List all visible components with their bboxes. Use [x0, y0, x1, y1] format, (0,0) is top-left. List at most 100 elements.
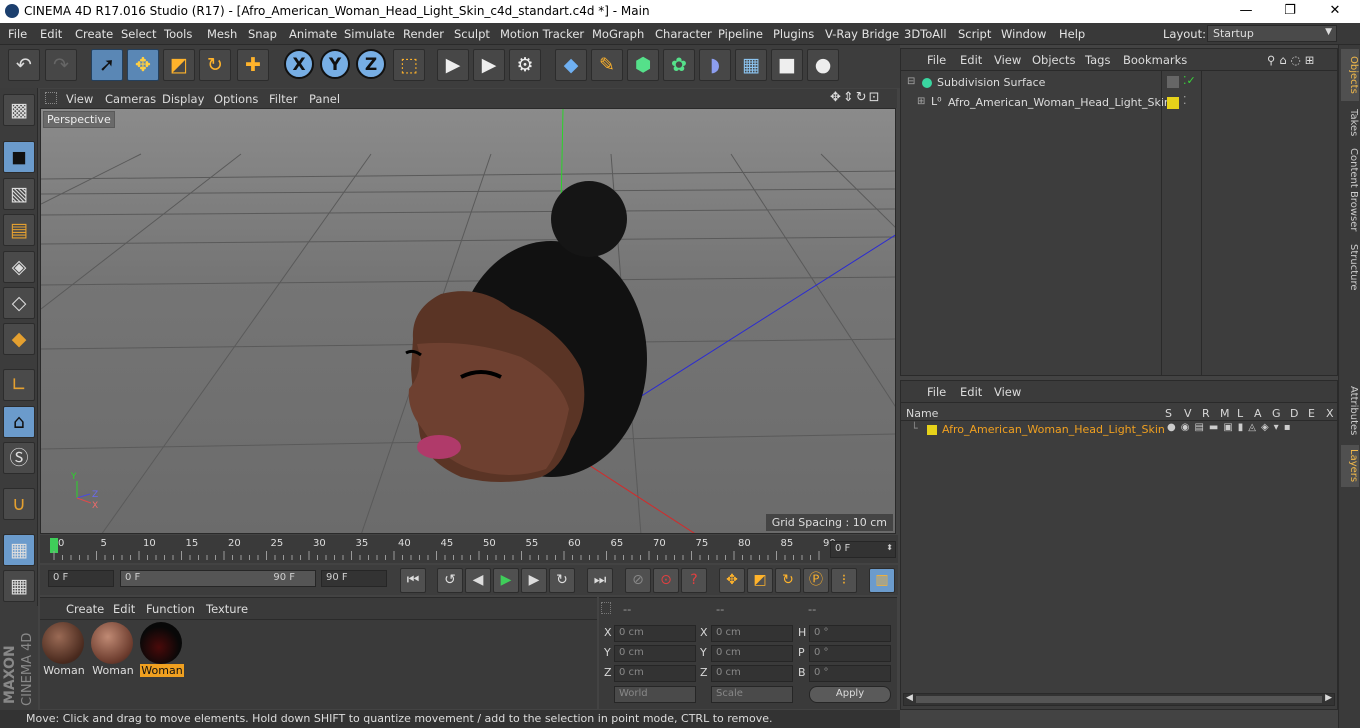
maximize-button[interactable]: ❐ [1282, 3, 1298, 19]
menu-create[interactable]: Create [75, 27, 113, 41]
cloner-icon[interactable]: ✿ [663, 49, 695, 81]
menu-script[interactable]: Script [958, 27, 991, 41]
menu-motion-tracker[interactable]: Motion Tracker [500, 27, 584, 41]
menu-mesh[interactable]: Mesh [207, 27, 237, 41]
frame-range-slider[interactable]: 0 F 90 F [120, 570, 316, 587]
size-mode-dropdown[interactable]: Scale [711, 686, 793, 703]
axis-mode-icon[interactable]: ∟ [3, 369, 35, 401]
layers-menu-file[interactable]: File [927, 385, 946, 399]
menu-animate[interactable]: Animate [289, 27, 337, 41]
key-parameter-icon[interactable]: Ⓟ [803, 568, 829, 593]
perspective-viewport[interactable]: Y Z X Perspective Grid Spacing : 10 cm [40, 108, 896, 534]
workplane-mode-icon[interactable]: ▤ [3, 214, 35, 246]
close-button[interactable]: ✕ [1327, 3, 1343, 19]
objects-menu-edit[interactable]: Edit [960, 53, 982, 67]
timeline-window-icon[interactable]: ▥ [869, 568, 895, 593]
viewport-menu-view[interactable]: View [66, 92, 93, 106]
move-icon[interactable]: ✥ [127, 49, 159, 81]
start-frame-field[interactable]: 0 F [48, 570, 114, 587]
apply-button[interactable]: Apply [809, 686, 891, 703]
menu-character[interactable]: Character [655, 27, 712, 41]
key-position-icon[interactable]: ✥ [719, 568, 745, 593]
tab-layers[interactable]: Layers [1341, 445, 1359, 487]
coordinate-space-dropdown[interactable]: World [614, 686, 696, 703]
timeline-ruler[interactable]: 051015202530354045505560657075808590 0 F… [40, 535, 898, 563]
tab-takes[interactable]: Takes [1341, 105, 1359, 141]
menu-plugins[interactable]: Plugins [773, 27, 814, 41]
coordinate-system-icon[interactable]: ⬚ [393, 49, 425, 81]
position-y-field[interactable]: 0 cm [614, 645, 696, 662]
light-icon[interactable]: ● [807, 49, 839, 81]
size-y-field[interactable]: 0 cm [711, 645, 793, 662]
locked-workplane-icon[interactable]: ▦ [3, 570, 35, 602]
layer-flags-icons[interactable]: ●◉▤▬▣▮◬◈▾▪ [1167, 422, 1295, 433]
viewport-navigation-icon[interactable]: ✥⇕↻⊡ [830, 90, 882, 105]
tweak-mode-icon[interactable]: ⌂ [3, 406, 35, 438]
magnet-icon[interactable]: ∪ [3, 488, 35, 520]
scroll-right-icon[interactable]: ▶ [1325, 693, 1332, 703]
next-key-icon[interactable]: ↻ [549, 568, 575, 593]
material-menu-function[interactable]: Function [146, 602, 195, 616]
column-animation[interactable]: A [1254, 407, 1262, 420]
subdivision-icon[interactable]: ⬢ [627, 49, 659, 81]
rotation-b-field[interactable]: 0 ° [809, 665, 891, 682]
layers-menu-edit[interactable]: Edit [960, 385, 982, 399]
render-settings-icon[interactable]: ⚙ [509, 49, 541, 81]
menu-snap[interactable]: Snap [248, 27, 277, 41]
viewport-menu-options[interactable]: Options [214, 92, 258, 106]
expand-icon[interactable]: ⊞ [917, 96, 925, 107]
recent-tool-icon[interactable]: ✚ [237, 49, 269, 81]
column-render[interactable]: R [1202, 407, 1210, 420]
layers-menu-view[interactable]: View [994, 385, 1021, 399]
play-icon[interactable]: ▶ [493, 568, 519, 593]
undo-icon[interactable]: ↶ [8, 49, 40, 81]
auto-keying-icon[interactable]: ⊙ [653, 568, 679, 593]
pen-icon[interactable]: ✎ [591, 49, 623, 81]
texture-mode-icon[interactable]: ▧ [3, 178, 35, 210]
size-z-field[interactable]: 0 cm [711, 665, 793, 682]
objects-menu-view[interactable]: View [994, 53, 1021, 67]
objects-search-nav-icon[interactable]: ⚲⌂◌⊞ [1267, 53, 1318, 67]
size-x-field[interactable]: 0 cm [711, 625, 793, 642]
redo-icon[interactable]: ↷ [45, 49, 77, 81]
material-swatch-3[interactable]: Woman [140, 622, 184, 678]
viewport-menu-filter[interactable]: Filter [269, 92, 297, 106]
camera-icon[interactable]: ■ [771, 49, 803, 81]
workplane-lock-icon[interactable]: ▦ [3, 534, 35, 566]
layer-horizontal-scrollbar[interactable]: ◀ ▶ [903, 693, 1335, 706]
go-to-end-icon[interactable]: ⏭ [587, 568, 613, 593]
column-deformers[interactable]: D [1290, 407, 1298, 420]
key-scale-icon[interactable]: ◩ [747, 568, 773, 593]
rotate-icon[interactable]: ↻ [199, 49, 231, 81]
tree-row-head[interactable]: ⊞ L⁰ Afro_American_Woman_Head_Light_Skin… [901, 94, 1337, 113]
keyframe-selection-icon[interactable]: ? [681, 568, 707, 593]
menu-sculpt[interactable]: Sculpt [454, 27, 490, 41]
material-swatch-1[interactable]: Woman [42, 622, 86, 678]
material-swatch-2[interactable]: Woman [91, 622, 135, 678]
record-keys-icon[interactable]: ⊘ [625, 568, 651, 593]
objects-menu-file[interactable]: File [927, 53, 946, 67]
go-to-start-icon[interactable]: ⏮ [400, 568, 426, 593]
edges-mode-icon[interactable]: ◇ [3, 287, 35, 319]
menu-3dtoall[interactable]: 3DToAll [904, 27, 947, 41]
column-generators[interactable]: G [1272, 407, 1281, 420]
floor-icon[interactable]: ▦ [735, 49, 767, 81]
column-expressions[interactable]: E [1308, 407, 1315, 420]
menu-render[interactable]: Render [403, 27, 444, 41]
rotation-p-field[interactable]: 0 ° [809, 645, 891, 662]
rotation-h-field[interactable]: 0 ° [809, 625, 891, 642]
objects-menu-tags[interactable]: Tags [1085, 53, 1110, 67]
next-frame-icon[interactable]: ▶ [521, 568, 547, 593]
enabled-check-icon[interactable]: ⁚✓ [1183, 74, 1196, 87]
polygons-mode-icon[interactable]: ◆ [3, 323, 35, 355]
menu-file[interactable]: File [8, 27, 27, 41]
column-manager[interactable]: M [1220, 407, 1230, 420]
scrollbar-thumb[interactable] [916, 696, 1322, 703]
menu-vray-bridge[interactable]: V-Ray Bridge [825, 27, 899, 41]
column-solo[interactable]: S [1165, 407, 1172, 420]
layer-name[interactable]: Afro_American_Woman_Head_Light_Skin [942, 423, 1165, 436]
visibility-dots-icon[interactable]: ⁚ [1183, 94, 1187, 107]
key-point-level-icon[interactable]: ⁝ [831, 568, 857, 593]
minimize-button[interactable]: — [1238, 3, 1254, 19]
key-rotation-icon[interactable]: ↻ [775, 568, 801, 593]
